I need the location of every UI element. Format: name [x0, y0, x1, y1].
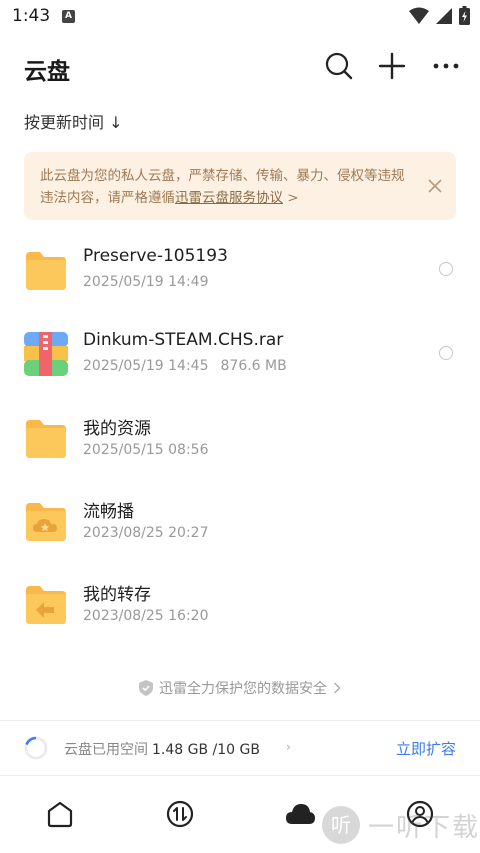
file-row[interactable]: Preserve-105193 2025/05/19 14:49	[0, 228, 480, 312]
nav-transfer[interactable]	[164, 798, 196, 830]
file-size: 876.6 MB	[220, 358, 287, 374]
notice-text: 此云盘为您的私人云盘，严禁存储、传输、暴力、侵权等违规违法内容，请严格遵循迅雷云…	[40, 165, 408, 209]
top-bar: 云盘	[0, 42, 480, 90]
file-name: 我的转存	[83, 585, 151, 605]
storage-bar: 云盘已用空间 1.48 GB /10 GB › 立即扩容	[0, 722, 480, 774]
plus-icon	[378, 52, 406, 80]
search-icon	[325, 52, 353, 80]
watermark: 听 一听下载	[322, 806, 480, 844]
search-button[interactable]	[323, 50, 355, 82]
divider	[0, 720, 480, 721]
service-agreement-link[interactable]: 迅雷云盘服务协议	[175, 190, 283, 206]
archive-icon	[24, 332, 68, 376]
notice-arrow: >	[283, 190, 299, 206]
chevron-right-icon	[334, 682, 341, 694]
file-row[interactable]: 我的资源 2025/05/15 08:56	[0, 396, 480, 480]
select-radio[interactable]	[439, 346, 453, 360]
file-name: Dinkum-STEAM.CHS.rar	[83, 330, 284, 350]
add-button[interactable]	[376, 50, 408, 82]
battery-icon	[459, 6, 470, 25]
security-text: 迅雷全力保护您的数据安全	[159, 681, 327, 697]
file-meta: 2023/08/25 20:27	[83, 525, 209, 541]
file-date: 2023/08/25 20:27	[83, 525, 209, 541]
file-meta: 2025/05/15 08:56	[83, 442, 209, 458]
shield-icon	[139, 680, 153, 696]
file-date: 2023/08/25 16:20	[83, 608, 209, 624]
more-button[interactable]	[430, 50, 462, 82]
file-date: 2025/05/15 08:56	[83, 442, 209, 458]
transfer-icon	[166, 800, 194, 828]
file-name: 我的资源	[83, 419, 151, 439]
storage-usage-ring	[24, 736, 48, 760]
wifi-icon	[409, 7, 429, 24]
file-name: 流畅播	[83, 502, 134, 522]
watermark-logo: 听	[322, 806, 360, 844]
storage-value: 1.48 GB /10 GB	[152, 742, 260, 758]
home-icon	[47, 801, 73, 828]
transfer-folder-icon	[24, 582, 68, 626]
cloud-folder-icon	[24, 499, 68, 543]
file-date: 2025/05/19 14:49	[83, 274, 209, 290]
storage-label-text: 云盘已用空间	[64, 742, 148, 758]
file-meta: 2025/05/19 14:45 876.6 MB	[83, 358, 287, 374]
status-icons	[409, 6, 470, 25]
storage-label: 云盘已用空间 1.48 GB /10 GB	[64, 739, 260, 759]
signal-icon	[436, 7, 452, 24]
select-radio[interactable]	[439, 262, 453, 276]
nav-home[interactable]	[44, 798, 76, 830]
file-row[interactable]: Dinkum-STEAM.CHS.rar 2025/05/19 14:45 876…	[0, 312, 480, 396]
more-icon	[433, 63, 459, 69]
folder-icon	[24, 416, 68, 460]
notice-close-button[interactable]	[428, 178, 442, 193]
nav-cloud[interactable]	[284, 798, 316, 830]
file-date: 2025/05/19 14:45	[83, 358, 209, 374]
page-title: 云盘	[24, 59, 70, 85]
folder-icon	[24, 248, 68, 292]
close-icon	[428, 179, 442, 193]
file-row[interactable]: 流畅播 2023/08/25 20:27	[0, 479, 480, 563]
file-meta: 2023/08/25 16:20	[83, 608, 209, 624]
watermark-text: 一听下载	[368, 812, 480, 843]
file-row[interactable]: 我的转存 2023/08/25 16:20	[0, 562, 480, 646]
file-name: Preserve-105193	[83, 246, 228, 266]
status-bar: 1:43 A	[0, 0, 480, 34]
security-note[interactable]: 迅雷全力保护您的数据安全	[0, 678, 480, 700]
file-meta: 2025/05/19 14:49	[83, 274, 209, 290]
notification-a-icon: A	[62, 10, 75, 23]
status-time: 1:43	[12, 6, 51, 26]
expand-storage-button[interactable]: 立即扩容	[396, 738, 456, 759]
cloud-icon	[286, 804, 315, 824]
sort-selector[interactable]: 按更新时间 ↓	[24, 109, 123, 133]
chevron-right-icon[interactable]: ›	[286, 740, 291, 754]
notice-banner: 此云盘为您的私人云盘，严禁存储、传输、暴力、侵权等违规违法内容，请严格遵循迅雷云…	[24, 152, 456, 220]
